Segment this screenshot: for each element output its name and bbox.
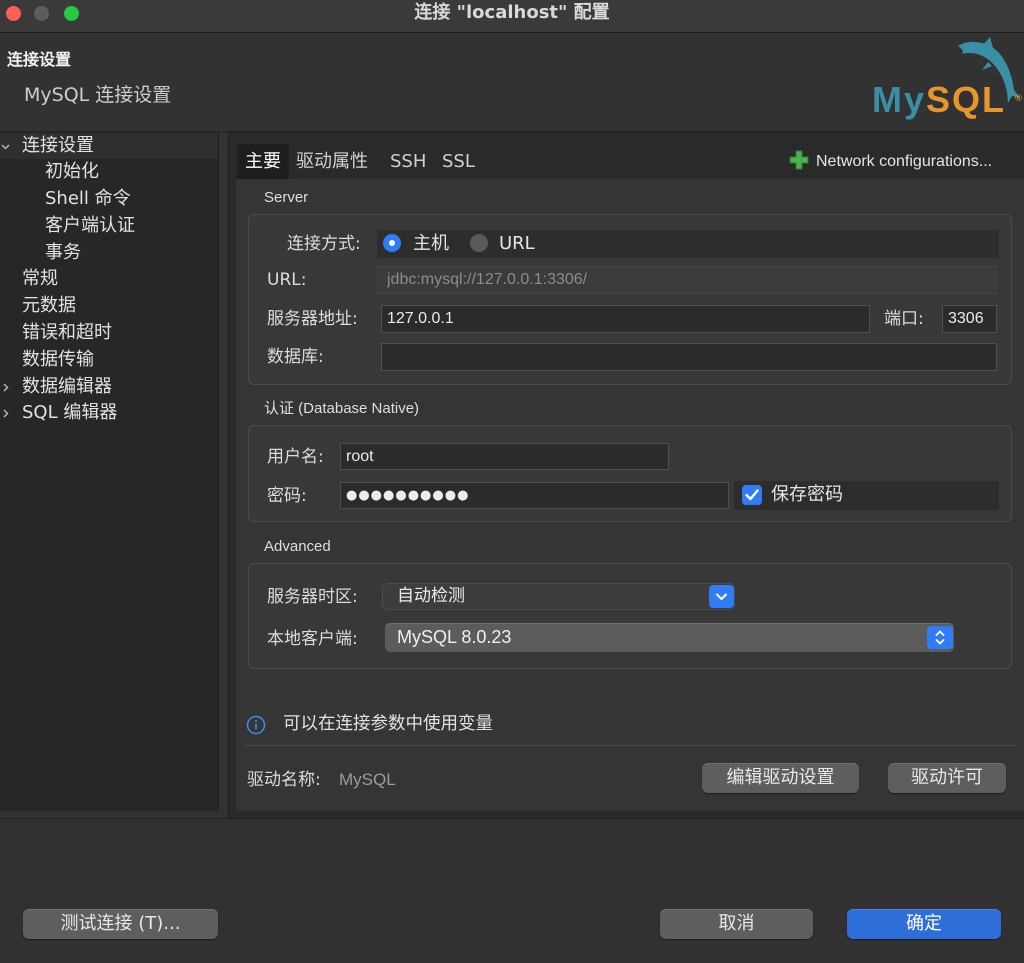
tree-item-label: 连接设置 — [22, 134, 94, 156]
connection-config-dialog: 连接 "localhost" 配置 连接设置 MySQL 连接设置 MySQL … — [0, 0, 1024, 963]
tree-item-label: 事务 — [45, 241, 81, 263]
logo-registered-mark: ® — [1014, 94, 1023, 104]
window-title: 连接 "localhost" 配置 — [414, 2, 610, 23]
tree-item-shell-commands[interactable]: Shell 命令 — [0, 186, 218, 213]
logo-sql-text: SQL — [926, 79, 1007, 120]
server-timezone-value: 自动检测 — [397, 586, 465, 606]
local-client-stepper-button[interactable] — [927, 626, 953, 649]
up-down-chevron-icon — [935, 630, 945, 645]
auth-group: 用户名: 密码: 保存密码 — [248, 425, 1012, 522]
tab-ssl[interactable]: SSL — [442, 144, 475, 179]
host-field[interactable] — [381, 305, 870, 333]
connect-by-radio-group: 主机 URL — [377, 230, 999, 258]
settings-panel: 主要 驱动属性 SSH SSL Network configurations..… — [228, 132, 1024, 818]
timezone-dropdown-button[interactable] — [709, 585, 734, 608]
page-subtitle: MySQL 连接设置 — [24, 84, 172, 106]
username-label: 用户名: — [267, 447, 324, 467]
tree-item-label: 数据编辑器 — [22, 375, 112, 397]
tree-item-label: 错误和超时 — [22, 322, 112, 344]
tree-item-data-editor[interactable]: 数据编辑器 — [0, 374, 218, 401]
tree-item-label: Shell 命令 — [45, 188, 131, 210]
settings-tree: 连接设置 初始化 Shell 命令 客户端认证 事务 常规 元数据 错误和超时 … — [0, 132, 219, 811]
dialog-footer: 测试连接 (T)... 取消 确定 — [0, 819, 1024, 963]
page-title: 连接设置 — [7, 50, 72, 69]
edit-driver-settings-button[interactable]: 编辑驱动设置 — [702, 763, 859, 793]
info-icon — [246, 715, 266, 735]
chevron-right-icon[interactable] — [0, 382, 11, 393]
title-bar: 连接 "localhost" 配置 — [0, 0, 1024, 33]
chevron-right-icon[interactable] — [0, 408, 11, 419]
save-password-checkbox[interactable] — [742, 485, 762, 505]
tree-item-label: SQL 编辑器 — [22, 402, 118, 424]
divider — [244, 745, 1016, 746]
port-field[interactable] — [942, 305, 997, 333]
radio-url-label[interactable]: URL — [499, 232, 535, 256]
ok-button[interactable]: 确定 — [847, 909, 1001, 939]
tree-item-label: 初始化 — [45, 161, 99, 183]
server-section-title: Server — [264, 189, 309, 206]
tree-item-sql-editor[interactable]: SQL 编辑器 — [0, 400, 218, 427]
driver-name-label: 驱动名称: — [247, 770, 321, 790]
variables-hint: 可以在连接参数中使用变量 — [283, 714, 493, 734]
server-timezone-combo[interactable]: 自动检测 — [382, 583, 735, 610]
server-group: 连接方式: 主机 URL URL: 服务器地址: 端口: 数据库: — [248, 214, 1012, 385]
tab-ssh[interactable]: SSH — [390, 144, 426, 179]
driver-name-value: MySQL — [339, 770, 396, 789]
advanced-section-title: Advanced — [264, 538, 331, 555]
advanced-group: 服务器时区: 自动检测 本地客户端: MySQL 8.0.23 — [248, 563, 1012, 669]
checkmark-icon — [745, 489, 759, 501]
local-client-select[interactable]: MySQL 8.0.23 — [385, 623, 954, 652]
radio-url[interactable] — [470, 234, 488, 252]
logo-wordmark: MySQL — [872, 80, 1006, 120]
port-label: 端口: — [884, 309, 924, 329]
main-tab-content: Server 连接方式: 主机 URL URL: 服务器地址: 端口: 数据库: — [236, 179, 1024, 811]
logo-my-text: My — [872, 79, 927, 120]
save-password-label[interactable]: 保存密码 — [771, 483, 843, 507]
tree-item-initialization[interactable]: 初始化 — [0, 159, 218, 186]
cancel-button[interactable]: 取消 — [660, 909, 813, 939]
plus-icon[interactable] — [788, 149, 810, 171]
username-field[interactable] — [340, 443, 669, 470]
tree-item-errors-timeouts[interactable]: 错误和超时 — [0, 320, 218, 347]
database-label: 数据库: — [267, 347, 324, 367]
tree-item-connection-settings[interactable]: 连接设置 — [0, 132, 218, 160]
chevron-down-icon — [716, 593, 727, 600]
url-field — [377, 266, 997, 294]
chevron-down-icon[interactable] — [0, 141, 11, 152]
host-label: 服务器地址: — [267, 309, 358, 329]
local-client-label: 本地客户端: — [267, 629, 358, 649]
password-label: 密码: — [267, 486, 307, 506]
tree-item-general[interactable]: 常规 — [0, 266, 218, 293]
local-client-value: MySQL 8.0.23 — [397, 627, 512, 647]
tree-item-label: 元数据 — [22, 295, 76, 317]
tree-item-label: 客户端认证 — [45, 214, 135, 236]
tree-item-client-auth[interactable]: 客户端认证 — [0, 213, 218, 240]
tree-item-transactions[interactable]: 事务 — [0, 240, 218, 267]
database-field[interactable] — [381, 343, 997, 371]
network-configurations-link[interactable]: Network configurations... — [816, 144, 992, 179]
tab-main[interactable]: 主要 — [237, 144, 289, 179]
radio-host-label[interactable]: 主机 — [413, 232, 449, 256]
password-field[interactable] — [340, 482, 729, 509]
tree-item-label: 常规 — [22, 268, 58, 290]
radio-host[interactable] — [383, 234, 401, 252]
tab-driver-properties[interactable]: 驱动属性 — [296, 144, 368, 179]
tree-item-metadata[interactable]: 元数据 — [0, 293, 218, 320]
test-connection-button[interactable]: 测试连接 (T)... — [23, 909, 218, 939]
mysql-logo: MySQL ® — [866, 36, 1023, 122]
connect-by-label: 连接方式: — [287, 234, 361, 254]
server-timezone-label: 服务器时区: — [267, 587, 358, 607]
save-password-row: 保存密码 — [734, 481, 999, 510]
url-label: URL: — [267, 270, 307, 290]
auth-section-title: 认证 (Database Native) — [264, 400, 420, 417]
tree-item-label: 数据传输 — [22, 348, 94, 370]
driver-license-button[interactable]: 驱动许可 — [888, 763, 1006, 793]
tree-item-data-transfer[interactable]: 数据传输 — [0, 347, 218, 374]
